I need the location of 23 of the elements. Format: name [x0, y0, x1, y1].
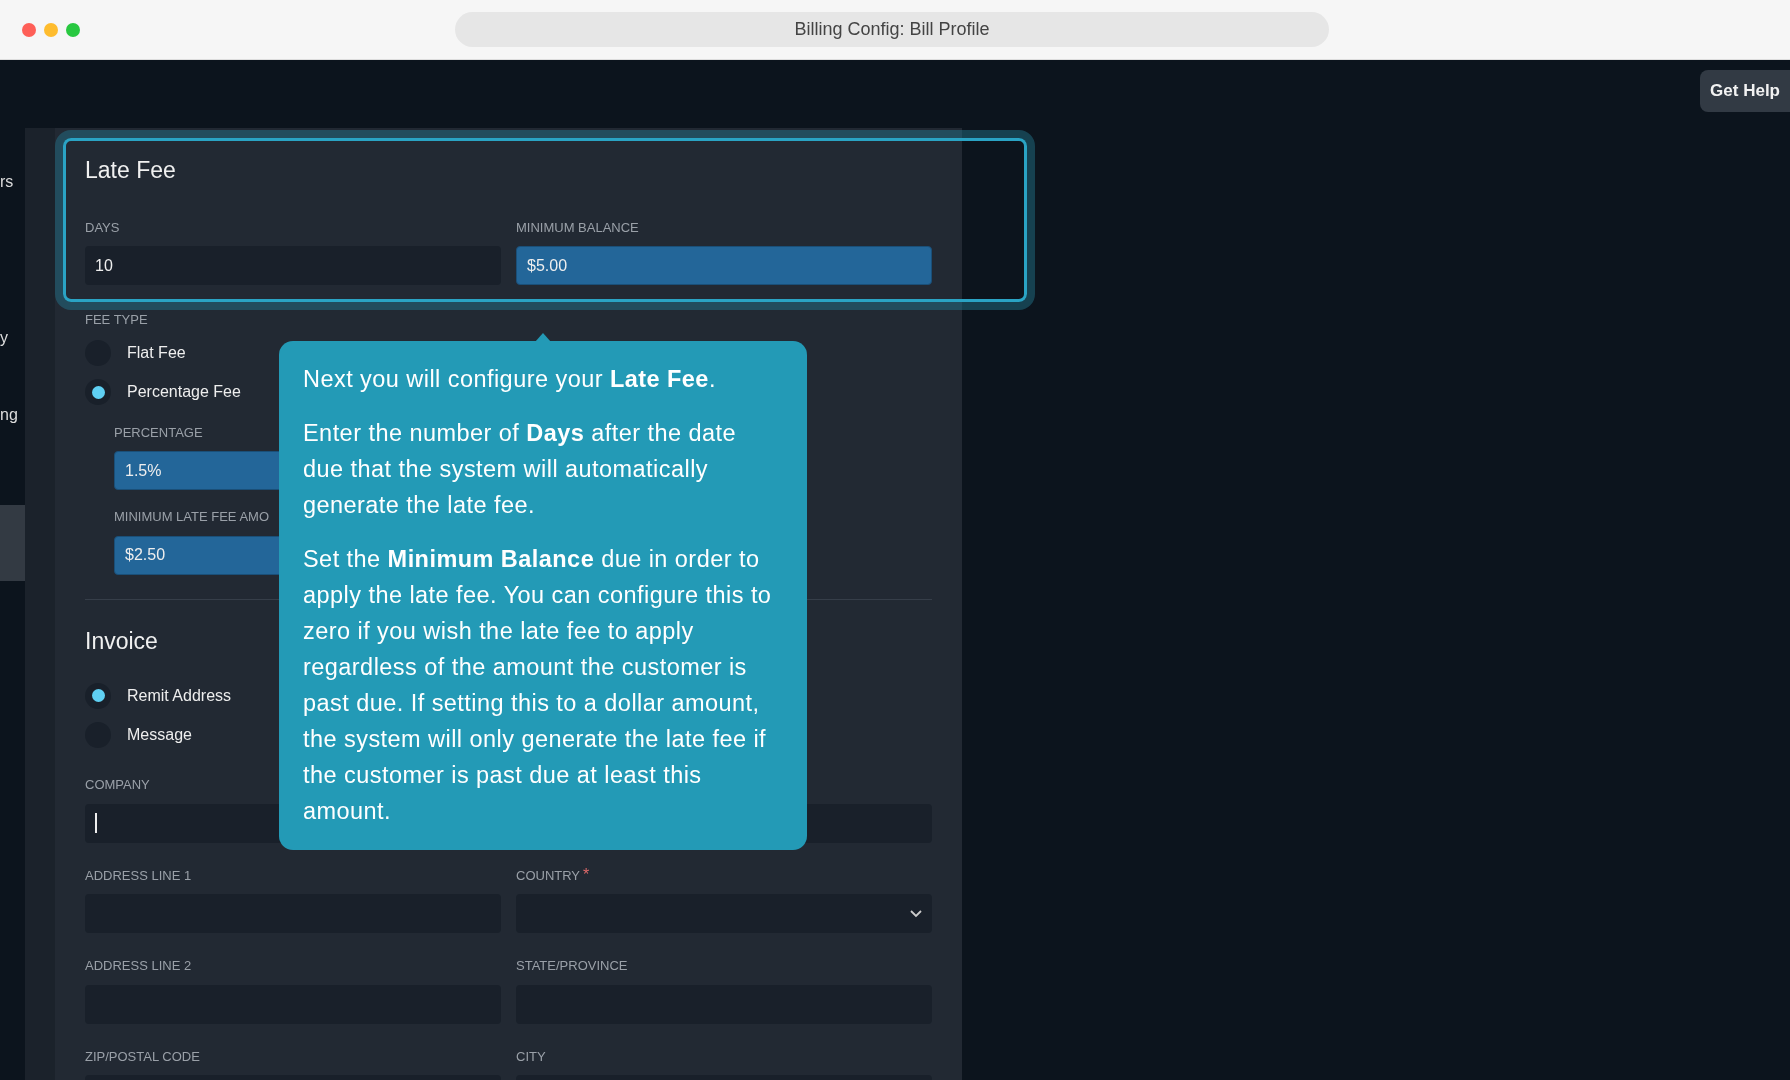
field-label: FEE TYPE — [85, 311, 148, 329]
field-label: ZIP/POSTAL CODE — [85, 1047, 200, 1066]
field-label: ADDRESS LINE 1 — [85, 866, 192, 885]
radio-label: Percentage Fee — [127, 382, 241, 402]
field-label: PERCENTAGE — [114, 423, 203, 442]
window-title: Billing Config: Bill Profile — [455, 12, 1329, 47]
tooltip-text: Set the Minimum Balance due in order to apply the late fee. You can configure this to zero if you wish the late fee to apply regardless of the amount the customer is past due. If setting this to a dollar amount, the system will only generate the late fee if the customer is past due at least this amount. — [303, 545, 773, 826]
field-label: STATE/PROVINCE — [516, 957, 628, 975]
field-label: COUNTRY — [516, 866, 581, 885]
section-title: Invoice — [85, 626, 158, 656]
radio-label: Remit Address — [127, 685, 232, 706]
field-label: MINIMUM LATE FEE AMO — [114, 508, 270, 526]
field-label: DAYS — [85, 218, 120, 237]
tooltip-text: Enter the number of Days after the date due that the system will automatically generate the late fee. — [303, 419, 737, 520]
tooltip-text: Next you will configure your Late Fee. — [303, 365, 717, 394]
radio-label: Flat Fee — [127, 343, 186, 363]
section-title: Late Fee — [85, 156, 176, 185]
field-label: COMPANY — [85, 776, 150, 794]
required-mark: * — [583, 865, 590, 883]
radio-label: Message — [127, 724, 192, 745]
field-label: MINIMUM BALANCE — [516, 218, 639, 237]
field-label: ADDRESS LINE 2 — [85, 957, 192, 975]
field-label: CITY — [516, 1047, 546, 1066]
